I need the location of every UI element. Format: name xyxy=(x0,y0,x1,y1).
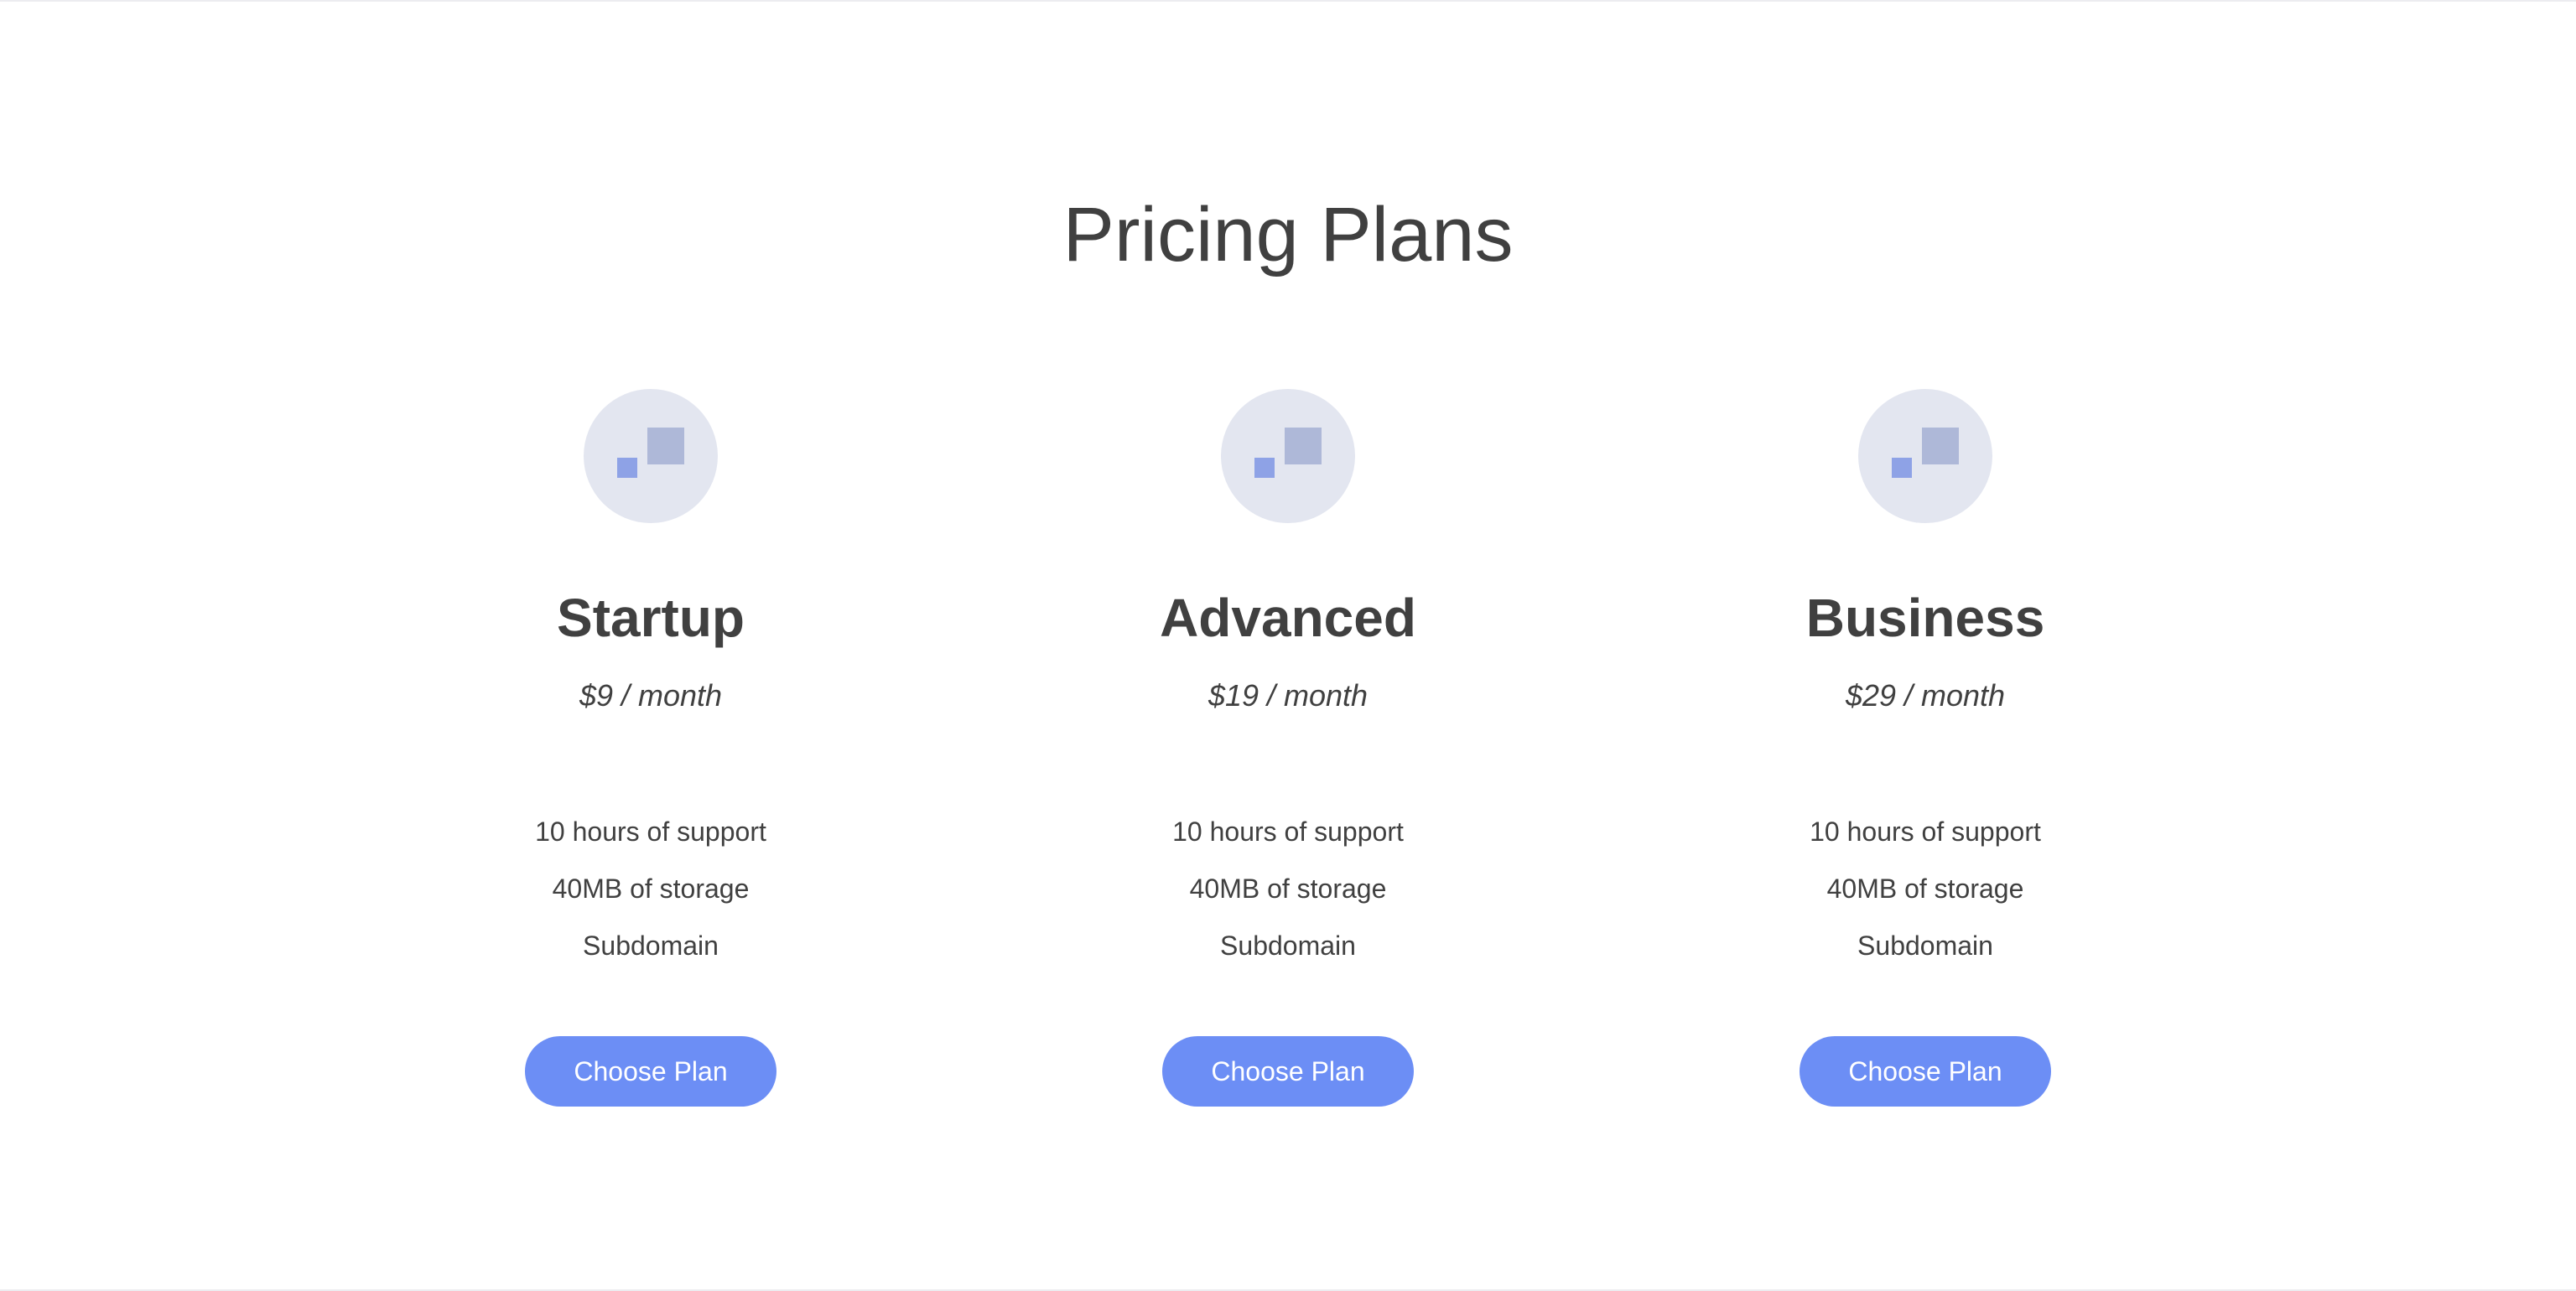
feature-item: Subdomain xyxy=(1857,931,1993,961)
plans-row: Startup $9 / month 10 hours of support 4… xyxy=(0,389,2576,1110)
plan-squares-icon xyxy=(1221,389,1355,523)
feature-item: 40MB of storage xyxy=(1189,874,1387,904)
feature-list: 10 hours of support 40MB of storage Subd… xyxy=(1741,803,2110,974)
page-title: Pricing Plans xyxy=(1062,192,1514,277)
feature-item: Subdomain xyxy=(583,931,719,961)
feature-item: 10 hours of support xyxy=(1172,817,1404,847)
plan-squares-graphic xyxy=(1254,428,1322,478)
choose-plan-button-advanced[interactable]: Choose Plan xyxy=(1162,1036,1414,1107)
plan-name: Startup xyxy=(557,588,745,648)
plan-name: Business xyxy=(1805,588,2045,648)
choose-plan-button-startup[interactable]: Choose Plan xyxy=(525,1036,776,1107)
plan-price: $19 / month xyxy=(1208,678,1368,713)
plan-name: Advanced xyxy=(1160,588,1416,648)
plan-card-advanced: Advanced $19 / month 10 hours of support… xyxy=(1104,389,1472,1110)
feature-item: Subdomain xyxy=(1220,931,1356,961)
plan-price: $9 / month xyxy=(579,678,723,713)
feature-list: 10 hours of support 40MB of storage Subd… xyxy=(1104,803,1472,974)
feature-item: 40MB of storage xyxy=(1826,874,2024,904)
pricing-page: Pricing Plans Startup $9 / month 10 hour… xyxy=(0,0,2576,1291)
plan-squares-graphic xyxy=(617,428,684,478)
feature-item: 10 hours of support xyxy=(535,817,766,847)
plan-squares-icon xyxy=(1858,389,1992,523)
plan-squares-icon xyxy=(584,389,718,523)
plan-card-startup: Startup $9 / month 10 hours of support 4… xyxy=(466,389,835,1110)
plan-squares-graphic xyxy=(1892,428,1959,478)
choose-plan-button-business[interactable]: Choose Plan xyxy=(1800,1036,2051,1107)
feature-list: 10 hours of support 40MB of storage Subd… xyxy=(466,803,835,974)
feature-item: 10 hours of support xyxy=(1810,817,2041,847)
feature-item: 40MB of storage xyxy=(552,874,750,904)
plan-price: $29 / month xyxy=(1845,678,2006,713)
plan-card-business: Business $29 / month 10 hours of support… xyxy=(1741,389,2110,1110)
